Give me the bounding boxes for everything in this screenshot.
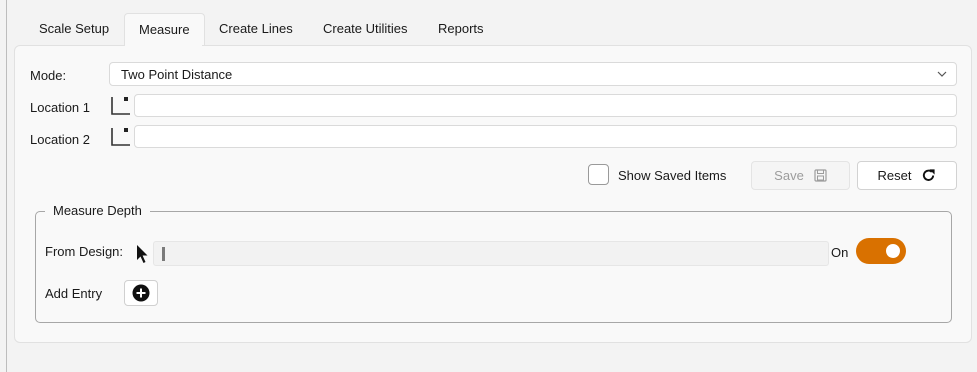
show-saved-label: Show Saved Items: [618, 168, 727, 183]
mode-dropdown[interactable]: Two Point Distance: [109, 62, 957, 86]
pick-point-icon[interactable]: [109, 95, 131, 115]
save-icon: [814, 169, 827, 182]
pick-point-icon[interactable]: [109, 126, 131, 146]
tab-create-lines[interactable]: Create Lines: [205, 13, 307, 46]
cursor-pointer-icon[interactable]: [135, 244, 149, 264]
refresh-icon: [923, 169, 936, 181]
location2-input[interactable]: [134, 125, 957, 148]
mode-selected-value: Two Point Distance: [121, 67, 233, 82]
plus-circle-icon: [132, 284, 150, 302]
mode-label: Mode:: [30, 68, 67, 83]
from-design-input[interactable]: [153, 241, 829, 266]
reset-button[interactable]: Reset: [857, 161, 957, 190]
save-button-label: Save: [774, 168, 804, 183]
text-caret: [162, 247, 165, 261]
window-edge: [6, 0, 7, 372]
location1-label: Location 1: [30, 100, 90, 115]
from-design-label: From Design:: [45, 244, 124, 259]
chevron-down-icon: [937, 71, 947, 77]
measure-depth-group: [35, 211, 952, 323]
active-tab-joint: [125, 44, 202, 47]
tab-reports[interactable]: Reports: [424, 13, 498, 46]
location2-label: Location 2: [30, 132, 90, 147]
reset-button-label: Reset: [877, 168, 912, 183]
toggle-state-label: On: [831, 245, 849, 260]
measure-depth-title: Measure Depth: [45, 203, 150, 218]
from-design-toggle[interactable]: [856, 238, 906, 264]
add-entry-label: Add Entry: [45, 286, 103, 301]
show-saved-checkbox[interactable]: [588, 164, 609, 185]
tab-scale-setup[interactable]: Scale Setup: [25, 13, 123, 46]
location1-input[interactable]: [134, 94, 957, 117]
save-button[interactable]: Save: [751, 161, 850, 190]
tab-measure[interactable]: Measure: [124, 13, 205, 47]
add-entry-button[interactable]: [124, 280, 158, 306]
toggle-knob: [886, 244, 900, 258]
tab-create-utilities[interactable]: Create Utilities: [309, 13, 422, 46]
